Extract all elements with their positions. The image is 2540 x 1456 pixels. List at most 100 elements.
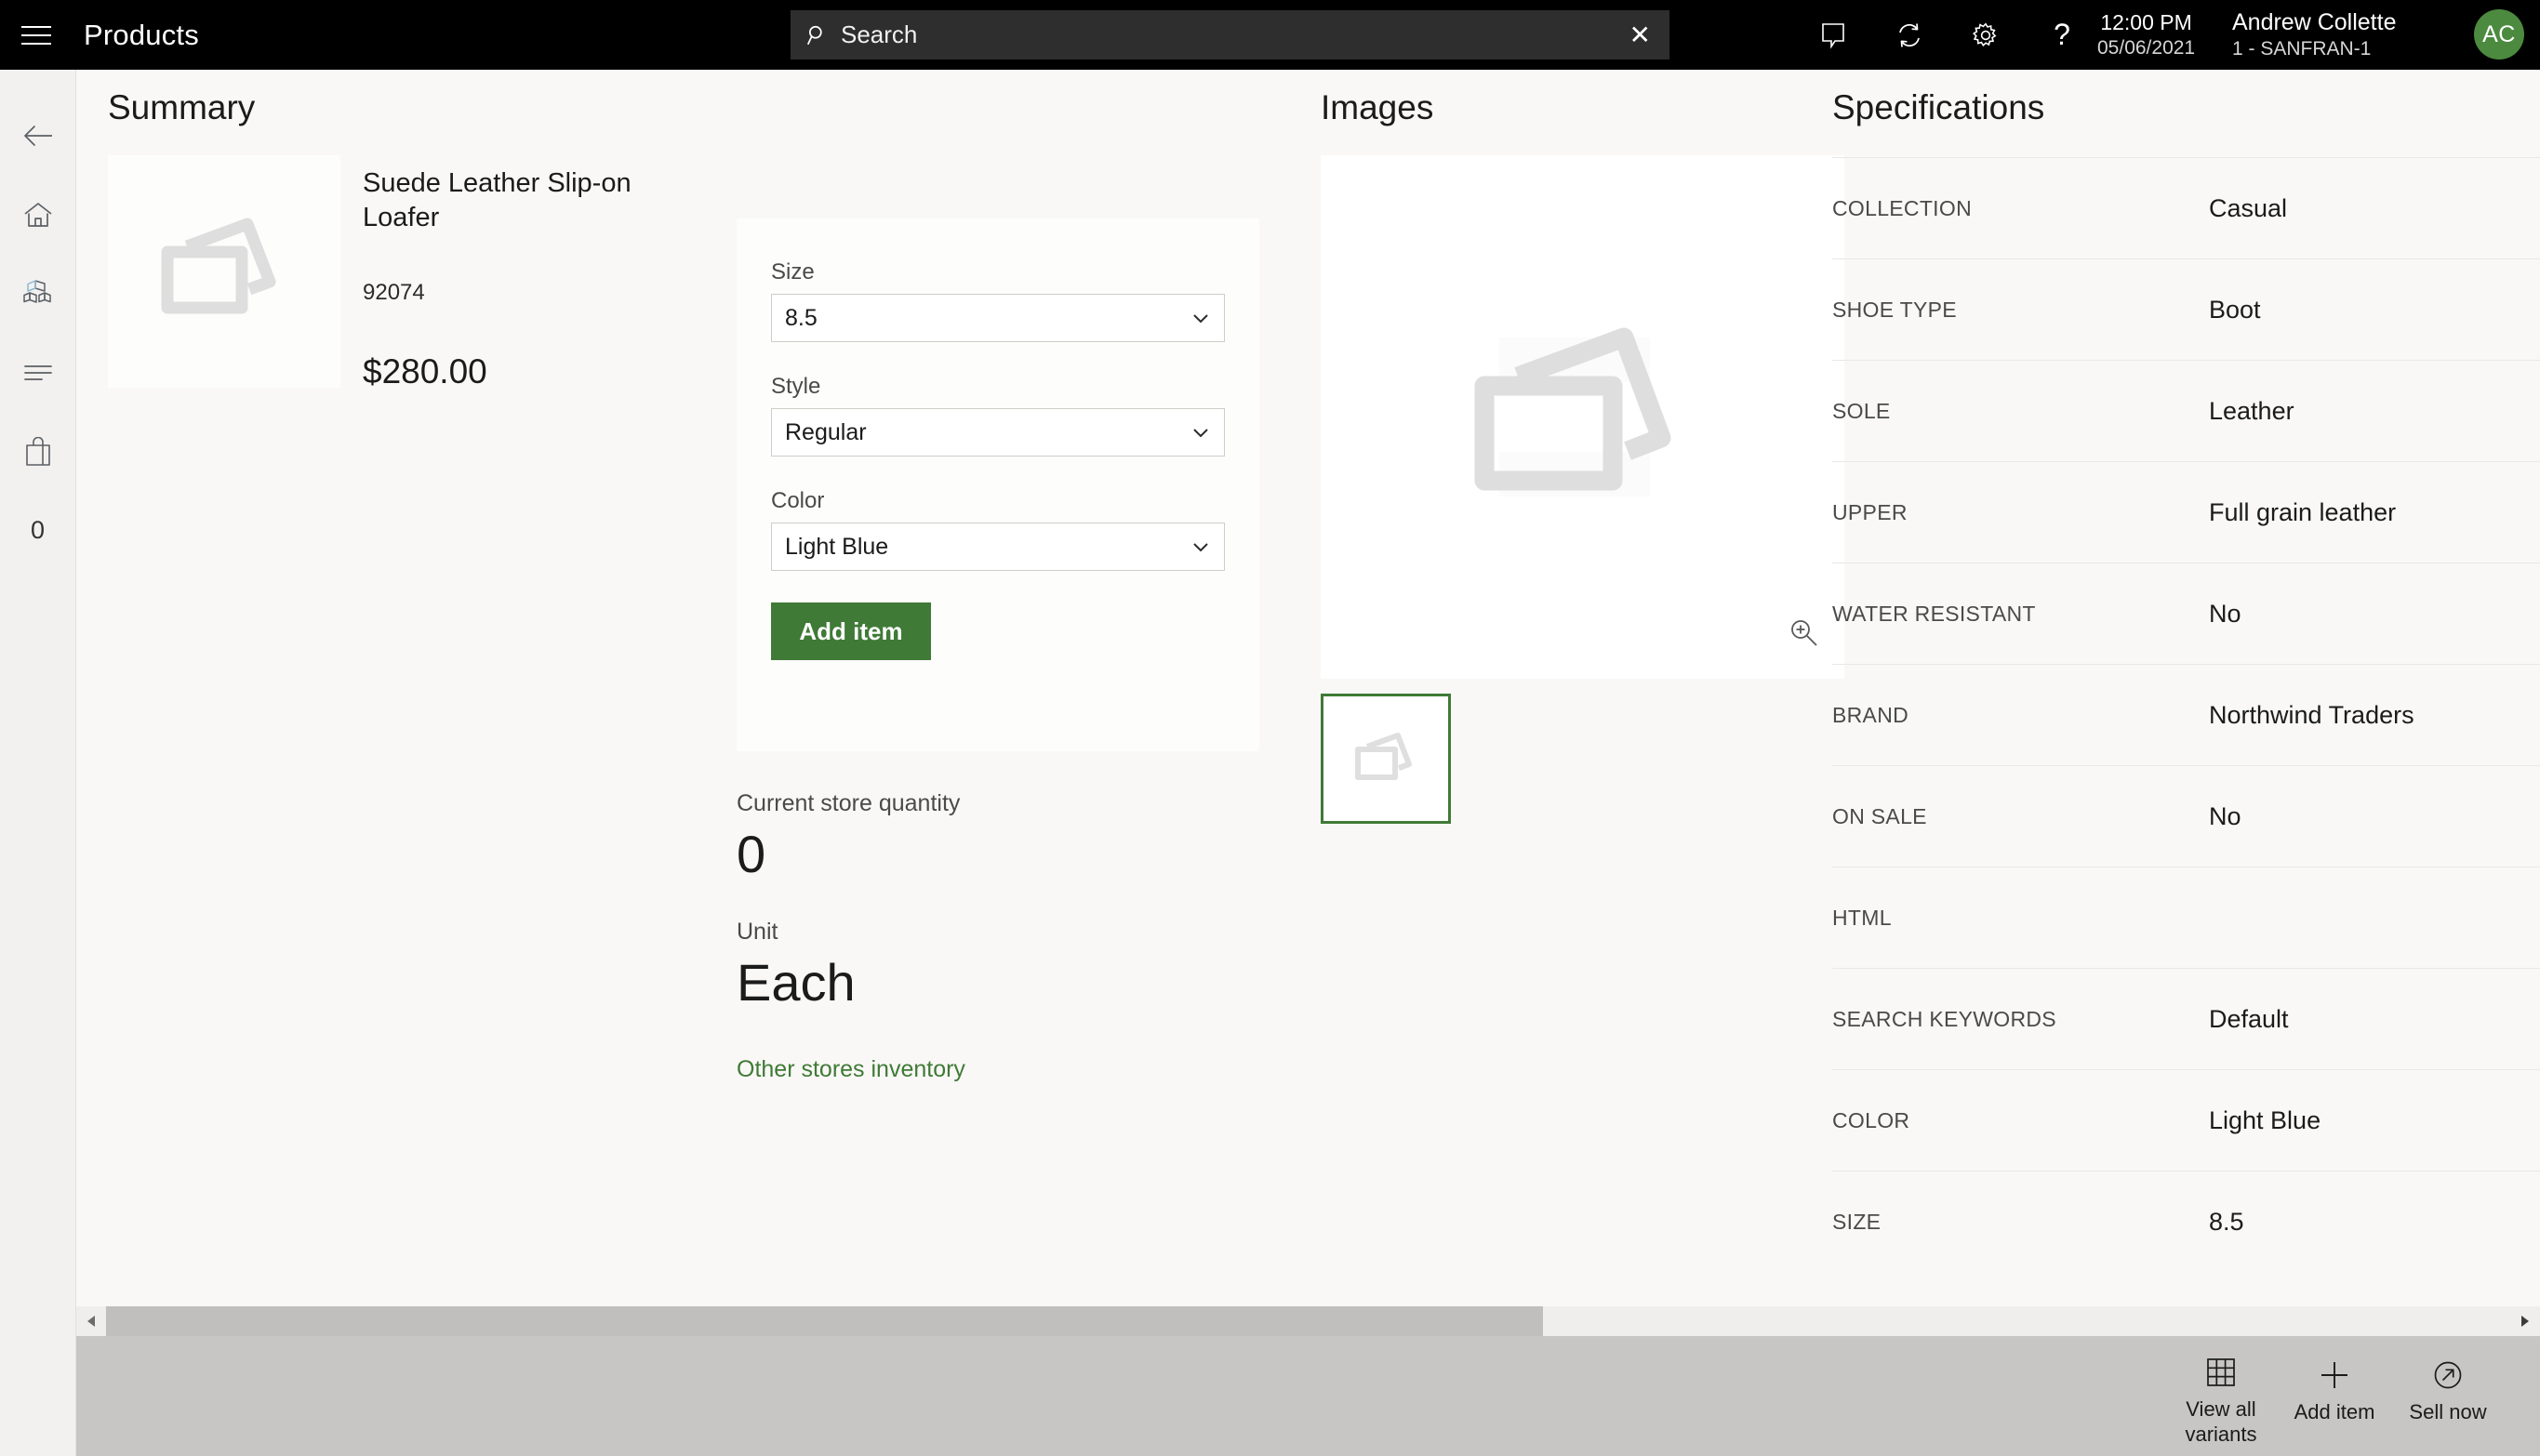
add-item-bottom-label: Add item <box>2294 1399 2375 1423</box>
hamburger-icon[interactable] <box>0 0 73 70</box>
top-app-bar: Products Search ✕ ? 12:00 PM 05/06/2021 … <box>0 0 2540 70</box>
spec-key: SEARCH KEYWORDS <box>1832 1006 2056 1031</box>
spec-key: SHOE TYPE <box>1832 297 1957 322</box>
image-placeholder-icon <box>1355 733 1412 780</box>
avatar[interactable]: AC <box>2474 9 2524 60</box>
product-summary-row: Suede Leather Slip-on Loafer 92074 $280.… <box>108 155 685 391</box>
spec-key: WATER RESISTANT <box>1832 601 2036 626</box>
close-icon[interactable]: ✕ <box>1626 21 1655 48</box>
other-stores-inventory-link[interactable]: Other stores inventory <box>737 1056 965 1083</box>
style-label: Style <box>771 374 821 399</box>
spec-value: No <box>2209 801 2241 830</box>
color-value: Light Blue <box>785 533 889 560</box>
page-title: Products <box>84 18 199 51</box>
add-item-button[interactable]: Add item <box>771 602 931 660</box>
scrollbar-thumb[interactable] <box>106 1306 1543 1336</box>
table-row: UPPER Full grain leather <box>1832 461 2540 563</box>
table-row: ON SALE No <box>1832 765 2540 867</box>
images-title: Images <box>1321 88 1434 126</box>
spec-key: BRAND <box>1832 702 1909 727</box>
chevron-down-icon <box>1193 429 1208 438</box>
table-row: SIZE 8.5 <box>1832 1171 2540 1272</box>
plus-icon <box>2321 1361 2347 1388</box>
table-row: COLLECTION Casual <box>1832 157 2540 258</box>
spec-value: 8.5 <box>2209 1207 2244 1236</box>
specifications-title: Specifications <box>1832 88 2045 126</box>
help-glyph: ? <box>2054 18 2070 51</box>
scroll-right-arrow[interactable] <box>2510 1306 2540 1336</box>
arrow-circle-icon <box>2434 1361 2462 1388</box>
user-info[interactable]: Andrew Collette 1 - SANFRAN-1 <box>2232 0 2396 70</box>
image-placeholder-icon <box>1474 327 1670 496</box>
view-all-variants-label: View all variants <box>2185 1396 2257 1446</box>
user-store: 1 - SANFRAN-1 <box>2232 38 2372 60</box>
spec-key: SIZE <box>1832 1209 1882 1234</box>
help-icon[interactable]: ? <box>2024 0 2100 70</box>
table-row: SHOE TYPE Boot <box>1832 258 2540 360</box>
spec-value: Northwind Traders <box>2209 700 2414 729</box>
scrollbar-track[interactable] <box>106 1306 2510 1336</box>
feedback-icon[interactable] <box>1795 0 1871 70</box>
scroll-left-arrow[interactable] <box>76 1306 106 1336</box>
spec-value: Boot <box>2209 295 2261 324</box>
spec-value: Default <box>2209 1004 2289 1033</box>
spec-value: Casual <box>2209 193 2288 222</box>
cart-count-label: 0 <box>30 516 46 544</box>
bottom-command-bar: View all variants Add item Sell now <box>76 1336 2540 1456</box>
image-thumbnail[interactable] <box>1321 694 1451 824</box>
table-row: COLOR Light Blue <box>1832 1069 2540 1171</box>
search-input[interactable]: Search ✕ <box>791 10 1669 60</box>
clock: 12:00 PM 05/06/2021 <box>2097 0 2195 70</box>
table-row: BRAND Northwind Traders <box>1832 664 2540 765</box>
products-icon[interactable] <box>0 254 76 333</box>
specifications-table: COLLECTION Casual SHOE TYPE Boot SOLE Leather… <box>1832 157 2540 1272</box>
spec-value: Light Blue <box>2209 1105 2321 1134</box>
product-sku: 92074 <box>363 280 425 306</box>
spec-key: COLOR <box>1832 1107 1910 1132</box>
spec-key: HTML <box>1832 905 1892 930</box>
table-row: SOLE Leather <box>1832 360 2540 461</box>
color-label: Color <box>771 488 825 513</box>
product-price: $280.00 <box>363 352 487 391</box>
variant-form-card: Size 8.5 Style Regular Color Light Blue … <box>737 218 1259 751</box>
chevron-right-icon <box>2521 1316 2529 1327</box>
sell-now-button[interactable]: Sell now <box>2391 1348 2505 1445</box>
main-content: Summary Suede Leather Slip-on Loafer 920… <box>76 70 2540 1306</box>
home-icon[interactable] <box>0 175 76 254</box>
view-all-variants-button[interactable]: View all variants <box>2164 1345 2278 1448</box>
main-product-image[interactable] <box>1321 155 1844 679</box>
sell-now-label: Sell now <box>2409 1399 2487 1423</box>
product-image[interactable] <box>108 155 340 388</box>
color-field: Color Light Blue <box>771 488 1225 571</box>
product-name: Suede Leather Slip-on Loafer <box>363 168 632 233</box>
size-select[interactable]: 8.5 <box>771 294 1225 342</box>
list-icon[interactable] <box>0 333 76 412</box>
product-info: Suede Leather Slip-on Loafer 92074 $280.… <box>363 155 642 391</box>
unit-value: Each <box>737 953 856 1013</box>
sync-icon[interactable] <box>1871 0 1948 70</box>
user-name: Andrew Collette <box>2232 8 2397 35</box>
spec-key: UPPER <box>1832 499 1908 524</box>
current-store-quantity-value: 0 <box>737 825 766 883</box>
spec-key: SOLE <box>1832 398 1891 423</box>
current-store-quantity-label: Current store quantity <box>737 790 961 816</box>
back-icon[interactable] <box>0 96 76 175</box>
cart-icon[interactable] <box>0 412 76 491</box>
gear-icon[interactable] <box>1948 0 2024 70</box>
zoom-in-icon[interactable] <box>1787 616 1820 655</box>
color-select[interactable]: Light Blue <box>771 523 1225 571</box>
style-select[interactable]: Regular <box>771 408 1225 457</box>
spec-value: Full grain leather <box>2209 497 2397 526</box>
cart-count: 0 <box>0 491 76 570</box>
spec-value: Leather <box>2209 396 2294 425</box>
left-navigation-rail: 0 <box>0 70 76 1456</box>
unit-label: Unit <box>737 919 778 946</box>
add-item-bottom-button[interactable]: Add item <box>2278 1348 2391 1445</box>
horizontal-scrollbar[interactable] <box>76 1306 2540 1336</box>
header-icon-group: ? <box>1795 0 2100 70</box>
inventory-section: Current store quantity 0 Unit Each Other… <box>737 790 1259 1083</box>
summary-title: Summary <box>108 88 256 126</box>
image-thumbnail-strip <box>1321 694 1860 824</box>
chevron-down-icon <box>1193 314 1208 324</box>
style-value: Regular <box>785 418 867 445</box>
